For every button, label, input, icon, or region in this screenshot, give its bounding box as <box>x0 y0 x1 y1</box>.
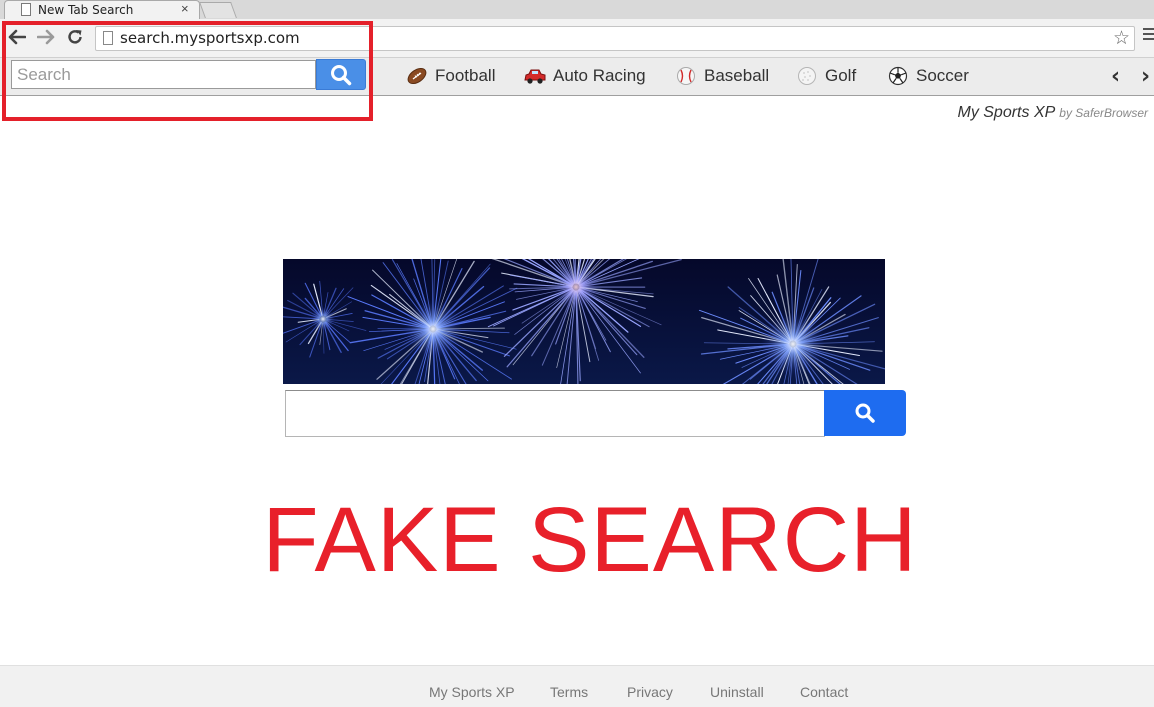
page-icon <box>21 3 31 16</box>
search-icon <box>855 403 875 423</box>
fake-search-label: FAKE SEARCH <box>262 489 918 591</box>
brand-label: My Sports XP by SaferBrowser <box>957 104 1148 122</box>
browser-menu-icon[interactable] <box>1143 28 1154 40</box>
footer-link-privacy[interactable]: Privacy <box>627 684 673 700</box>
sport-label: Football <box>435 66 496 85</box>
sport-label: Golf <box>825 66 857 85</box>
footer-link-my-sports-xp[interactable]: My Sports XP <box>429 684 515 700</box>
golf-ball-icon <box>798 67 816 85</box>
close-tab-icon[interactable]: × <box>181 1 189 16</box>
footer-link-contact[interactable]: Contact <box>800 684 848 700</box>
tab-new-tab-search[interactable]: New Tab Search × <box>4 0 200 20</box>
brand-by: by SaferBrowser <box>1059 106 1148 120</box>
fireworks-banner-image <box>283 259 885 384</box>
tab-strip: New Tab Search × <box>0 0 1154 20</box>
sport-label: Baseball <box>704 66 770 85</box>
chevron-right-icon[interactable]: › <box>1141 64 1150 89</box>
soccer-ball-icon <box>888 66 908 86</box>
brand-name: My Sports XP <box>957 104 1056 121</box>
chevron-left-icon[interactable]: ‹ <box>1111 64 1120 89</box>
bookmark-star-icon[interactable]: ☆ <box>1113 27 1130 50</box>
new-tab-button[interactable] <box>199 2 237 18</box>
sport-label: Soccer <box>916 66 969 85</box>
main-search-input[interactable] <box>285 390 825 437</box>
footer-link-uninstall[interactable]: Uninstall <box>710 684 764 700</box>
race-car-icon <box>524 69 546 84</box>
baseball-icon <box>677 67 695 85</box>
browser-window: New Tab Search × search.mysportsxp.com ☆ <box>0 0 1154 707</box>
footer-link-terms[interactable]: Terms <box>550 684 588 700</box>
football-icon <box>407 67 427 85</box>
main-search-button[interactable] <box>824 390 906 436</box>
sport-label: Auto Racing <box>553 66 646 85</box>
highlight-box <box>2 21 373 121</box>
footer: My Sports XP Terms Privacy Uninstall Con… <box>0 665 1154 707</box>
tab-title: New Tab Search <box>38 3 134 17</box>
